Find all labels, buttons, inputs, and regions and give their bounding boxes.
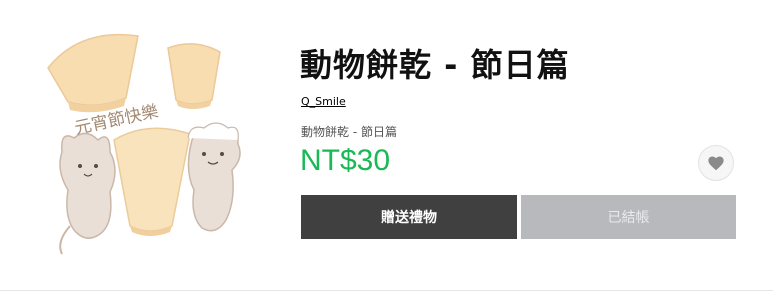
checked-out-button: 已結帳 bbox=[521, 195, 736, 239]
product-price: NT$30 bbox=[300, 144, 391, 177]
gift-button[interactable]: 贈送禮物 bbox=[301, 195, 517, 239]
divider bbox=[0, 290, 773, 291]
wishlist-button[interactable] bbox=[698, 145, 734, 181]
author-link[interactable]: Q_Smile bbox=[301, 95, 346, 108]
product-title: 動物餅乾 - 節日篇 bbox=[300, 46, 570, 84]
sticker-illustration: 元宵節快樂 bbox=[47, 33, 241, 255]
heart-icon bbox=[708, 156, 724, 171]
product-page: 元宵節快樂 動物餅乾 - 節日篇 Q_Smile 動物餅乾 - 節日篇 NT$3… bbox=[0, 0, 773, 298]
sticker-image: 元宵節快樂 bbox=[40, 30, 255, 260]
product-subtitle: 動物餅乾 - 節日篇 bbox=[301, 125, 397, 139]
